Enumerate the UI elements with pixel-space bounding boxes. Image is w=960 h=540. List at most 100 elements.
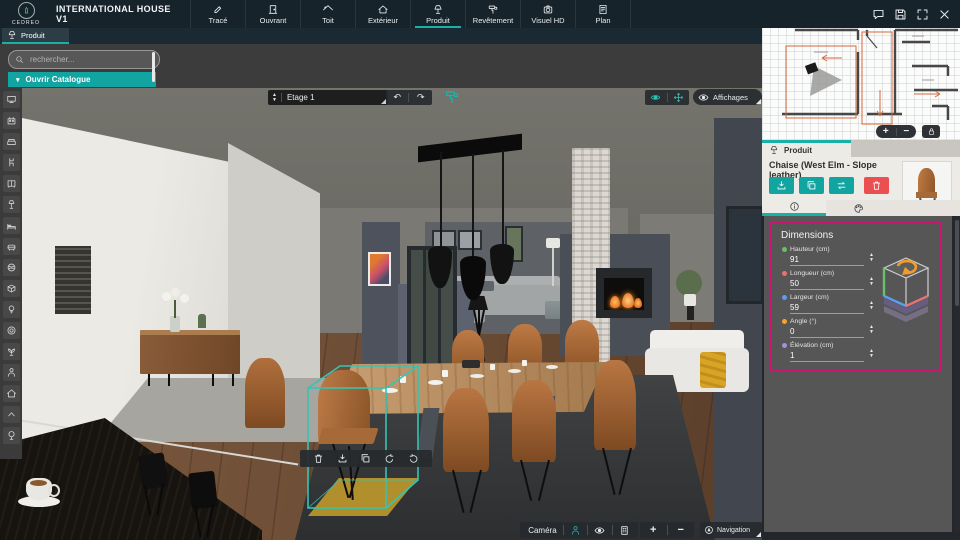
menu-item-visuel-hd[interactable]: Visuel HD [520,0,575,28]
undo-button[interactable]: ↶ [393,92,401,103]
menu-item-label: Visuel HD [531,15,565,25]
menu-item-toit[interactable]: Toit [300,0,355,28]
sidebar-item-collapse[interactable] [2,406,20,423]
menu-item-plan[interactable]: Plan [575,0,631,28]
right-panel: + − Produit Chaise (West Elm - Slope lea… [762,28,960,540]
sidebar-item-exterior[interactable] [2,385,20,402]
minimap[interactable]: + − [762,28,960,140]
menu-item-label: Revêtement [472,15,514,25]
floor-stepper[interactable]: ▲ ▼ [272,92,277,103]
dimension-stepper[interactable]: ▲ ▼ [869,349,874,359]
person-view-icon[interactable] [570,525,581,536]
menu-item-trace[interactable]: Tracé [190,0,245,28]
potted-plant[interactable] [676,270,702,296]
wall-niche-shelf[interactable] [55,246,91,314]
tab-produit-left[interactable]: Produit [2,28,69,44]
yellow-throw[interactable] [700,352,726,388]
sidebar-item-kitchen[interactable] [2,112,20,129]
minimap-zoom-in-button[interactable]: + [876,126,896,137]
selection-delete-button[interactable] [313,453,324,464]
orientation-cube[interactable] [876,246,936,350]
product-duplicate-button[interactable] [799,177,824,194]
dining-chair[interactable] [512,380,556,462]
selection-rotate-left-button[interactable] [384,453,395,464]
menu-item-revetement[interactable]: Revêtement [465,0,520,28]
sidebar-item-media[interactable] [2,91,20,108]
dimension-stepper[interactable]: ▲ ▼ [869,325,874,335]
paint-tool-icon[interactable] [444,89,460,105]
elevation-view-icon[interactable] [619,525,630,536]
copy-icon [806,180,817,191]
floor-selector[interactable]: ▲ ▼ Etage 1 [268,90,388,105]
product-detail-content: Dimensions Hauteur (cm) ▲▼ Longueur (cm)… [764,216,952,532]
sidebar-item-plants[interactable] [2,343,20,360]
left-panel-scrollbar[interactable] [152,52,155,82]
dimension-input[interactable] [790,327,864,338]
dimension-stepper[interactable]: ▲ ▼ [869,301,874,311]
minimap-lock-button[interactable] [922,125,940,138]
save-button[interactable] [894,8,907,21]
sidebar-item-sofas[interactable] [2,133,20,150]
cedreo-logo[interactable]: CEDREO [0,0,52,28]
navigation-button[interactable]: Navigation [700,522,762,538]
product-replace-button[interactable] [829,177,854,194]
sidebar-item-garden[interactable] [2,427,20,444]
dimension-input[interactable] [790,255,864,266]
sidebar-item-tableware[interactable] [2,322,20,339]
tab-dimensions[interactable] [762,200,826,216]
sidebar-item-armchairs[interactable] [2,238,20,255]
selection-download-button[interactable] [337,453,348,464]
sidebar-item-beds[interactable] [2,217,20,234]
redo-button[interactable]: ↷ [417,92,425,103]
open-catalogue-button[interactable]: ▾ Ouvrir Catalogue [8,72,156,87]
dimension-input[interactable] [790,303,864,314]
tab-materials[interactable] [826,200,890,216]
minimap-zoom-out-button[interactable]: − [897,126,917,137]
close-button[interactable] [938,8,951,21]
dining-chair[interactable] [245,358,285,428]
product-download-button[interactable] [769,177,794,194]
pan-icon[interactable] [673,92,684,103]
3d-scene[interactable]: ▲ ▼ Etage 1 ↶ ↷ Affichages Caméra + − Na… [0,88,762,540]
affichages-button[interactable]: Affichages [693,89,762,105]
zoom-in-button[interactable]: + [650,524,656,536]
flower-vase[interactable] [170,316,180,332]
trash-icon [871,180,882,191]
sidebar-item-lighting[interactable] [2,301,20,318]
camera-icon [542,4,554,15]
dining-chair[interactable] [443,388,489,472]
search-input[interactable] [28,54,132,65]
menu-item-exterieur[interactable]: Extérieur [355,0,410,28]
dimension-input[interactable] [790,279,864,290]
cactus[interactable] [198,314,206,328]
selection-rotate-right-button[interactable] [408,453,419,464]
sidebar-item-storage[interactable] [2,175,20,192]
zoom-out-button[interactable]: − [678,524,684,536]
dimension-stepper[interactable]: ▲ ▼ [869,277,874,287]
sideboard[interactable] [140,330,240,374]
comments-button[interactable] [872,8,885,21]
menu-item-produit[interactable]: Produit [410,0,465,28]
fullscreen-button[interactable] [916,8,929,21]
dimension-input[interactable] [790,351,864,362]
table-lamp[interactable] [546,238,560,248]
sidebar-item-floor-lamps[interactable] [2,196,20,213]
menu-item-ouvrant[interactable]: Ouvrant [245,0,300,28]
cabinet-icon [6,178,17,189]
dimension-color-dot [782,247,787,252]
framed-picture[interactable] [458,230,482,250]
dimension-stepper[interactable]: ▲ ▼ [869,253,874,263]
dining-chair[interactable] [594,360,636,450]
wall-art[interactable] [368,252,391,286]
overview-eye-icon[interactable] [594,525,605,536]
sidebar-item-boxes[interactable] [2,280,20,297]
right-window[interactable] [726,206,762,304]
selection-duplicate-button[interactable] [360,453,371,464]
sidebar-item-chairs[interactable] [2,154,20,171]
tab-produit-right[interactable]: Produit [762,140,851,157]
right-panel-scrollbar[interactable] [954,216,960,532]
sidebar-item-characters[interactable] [2,364,20,381]
product-delete-button[interactable] [864,177,889,194]
orbit-icon[interactable] [650,92,661,103]
sidebar-item-decoration[interactable] [2,259,20,276]
